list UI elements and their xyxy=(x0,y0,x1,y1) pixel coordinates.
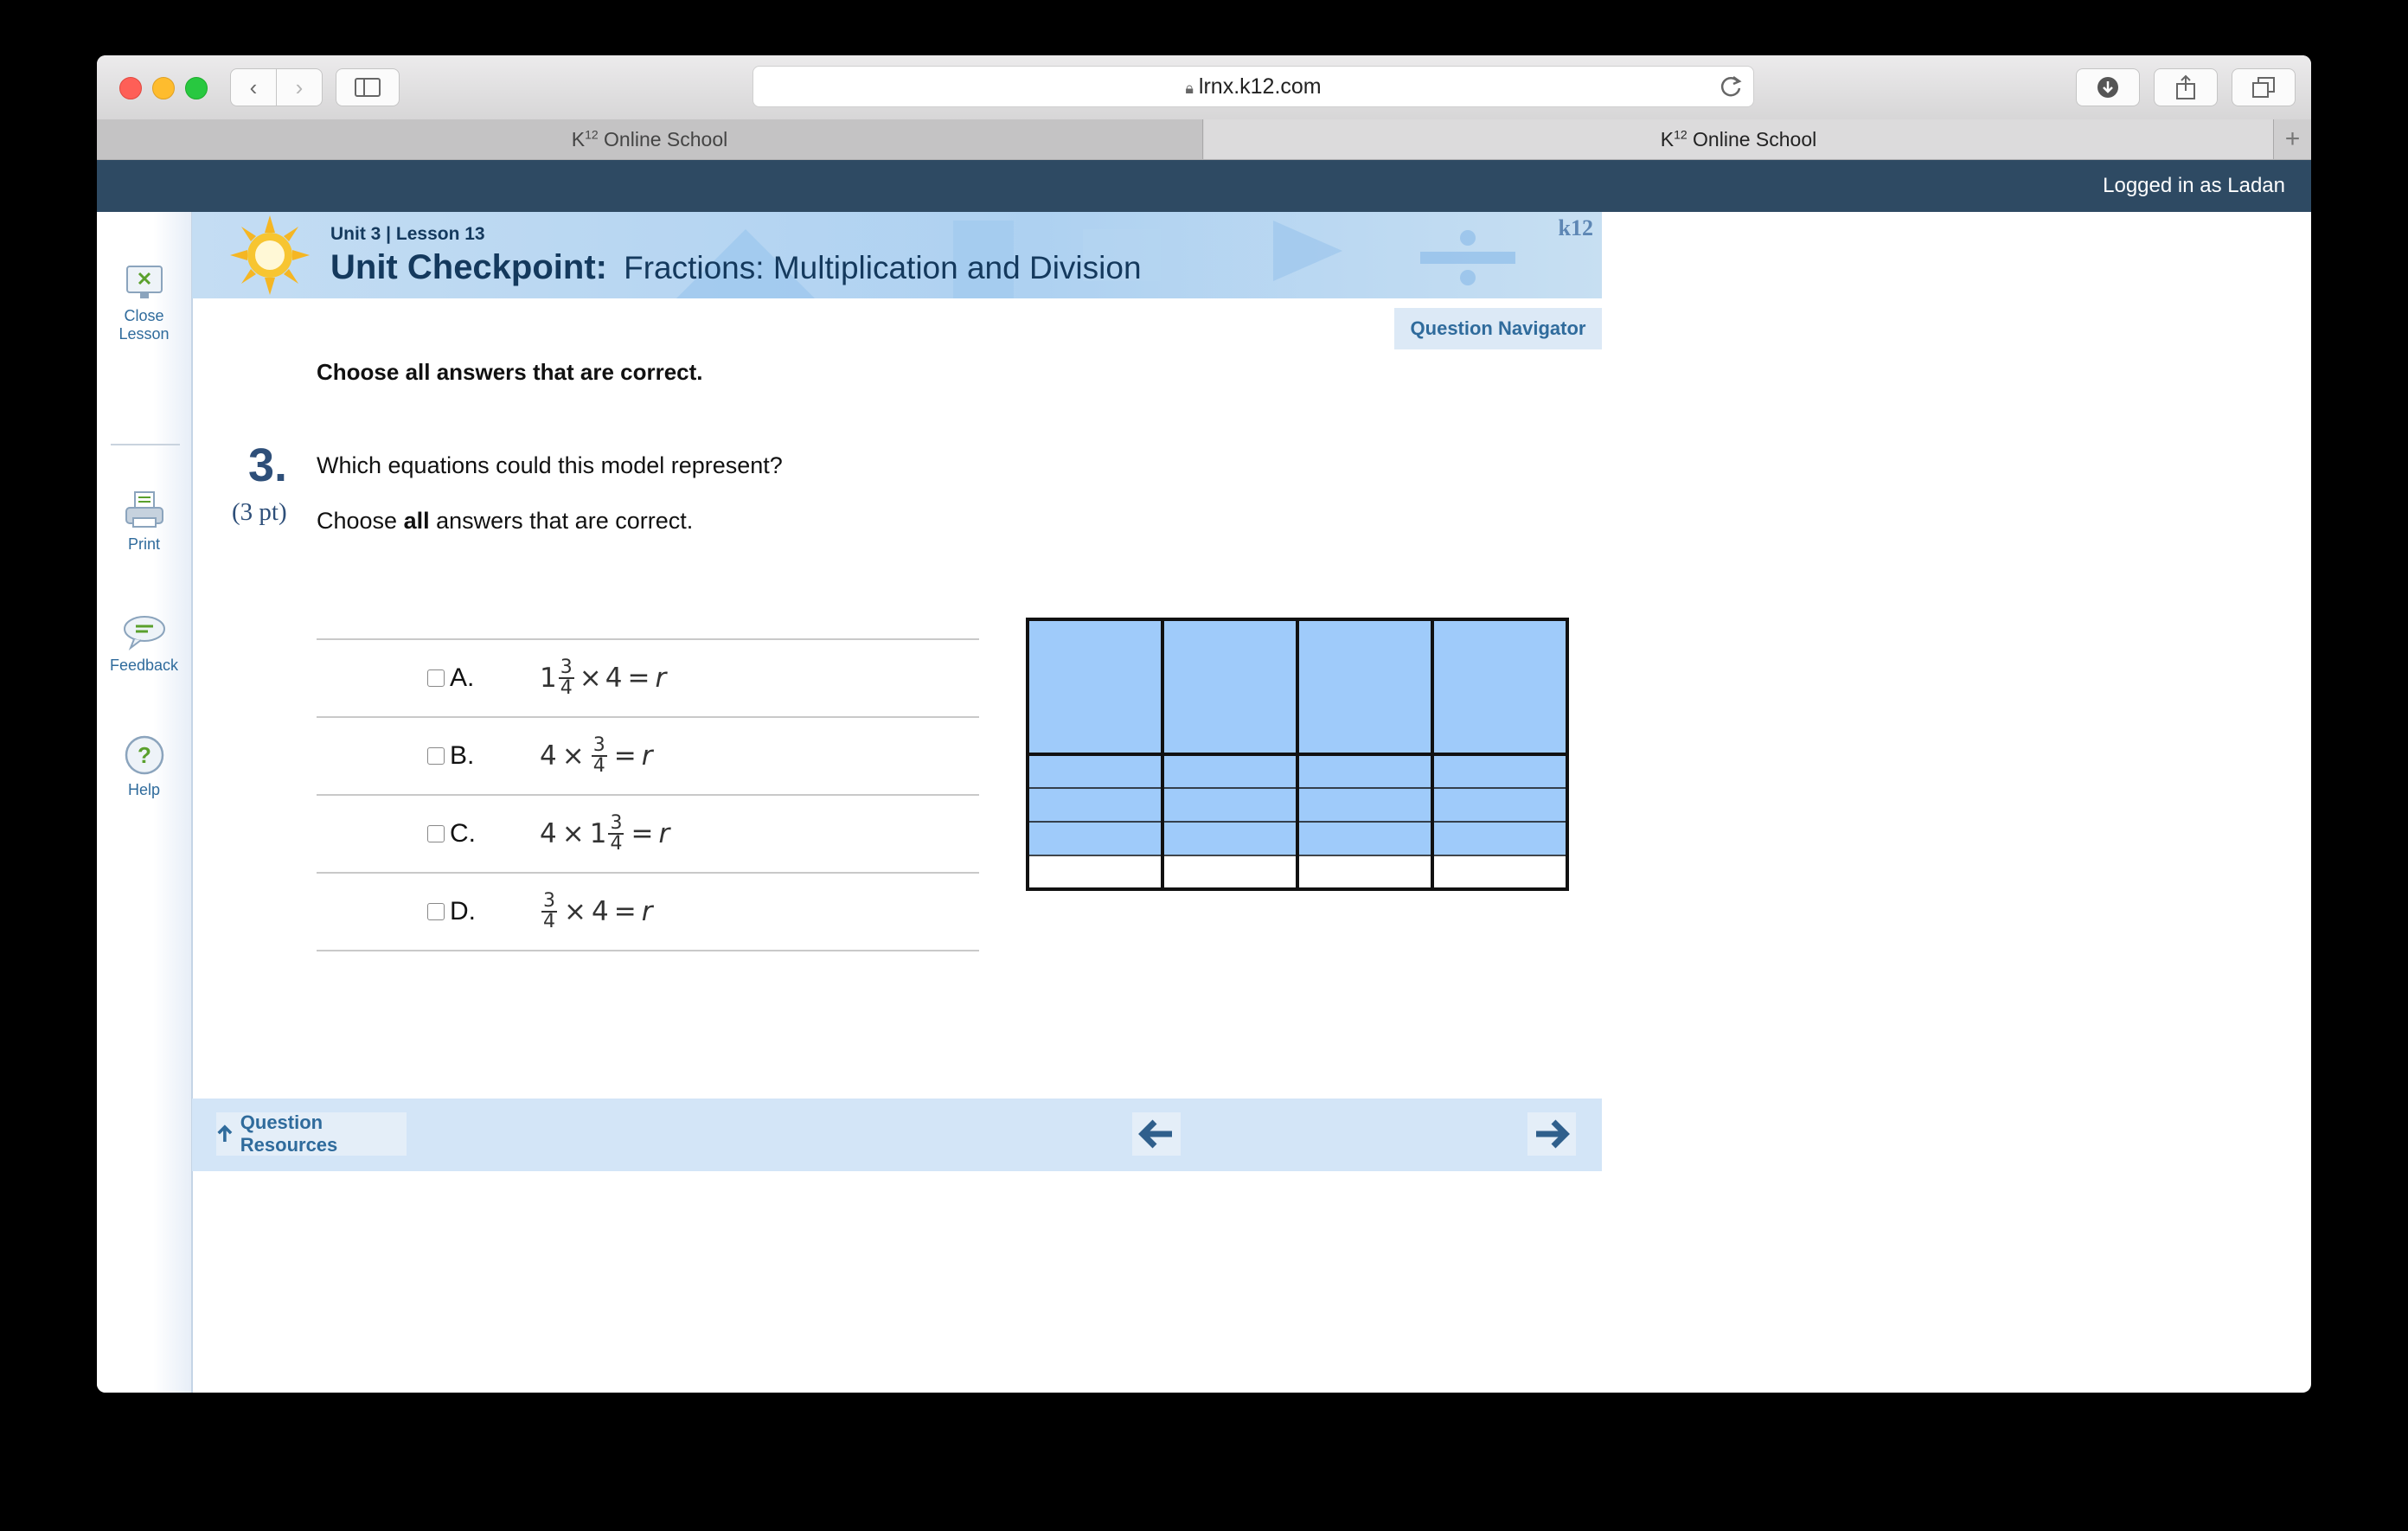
browser-window: ‹ › 🔒︎ lrnx.k12.com K12 Online School K1… xyxy=(97,55,2311,1393)
instruction-text: Choose all answers that are correct. xyxy=(317,359,703,385)
tabs-overview-button[interactable] xyxy=(2232,68,2296,106)
choice-d-equation: 34 × 4 = r xyxy=(541,890,653,932)
title-bold: Unit Checkpoint: xyxy=(330,248,607,286)
choice-b[interactable]: B. 4 × 34 = r xyxy=(427,717,652,795)
choice-a[interactable]: A. 1 34 × 4 = r xyxy=(427,639,666,717)
title-bar: ‹ › 🔒︎ lrnx.k12.com xyxy=(97,55,2311,120)
close-window-button[interactable] xyxy=(119,77,142,99)
choice-b-label: B. xyxy=(450,741,475,770)
k12-logo: k12 xyxy=(1558,215,1593,240)
help-button[interactable]: ? Help xyxy=(97,734,191,799)
forward-button[interactable]: › xyxy=(276,68,323,106)
reload-icon xyxy=(1720,75,1742,97)
new-tab-button[interactable]: + xyxy=(2273,119,2311,159)
address-bar[interactable]: 🔒︎ lrnx.k12.com xyxy=(752,66,1754,107)
close-lesson-icon xyxy=(125,266,163,298)
share-icon xyxy=(2176,74,2195,99)
choice-c[interactable]: C. 4 × 1 34 = r xyxy=(427,795,669,873)
tab-bar: K12 Online School K12 Online School + xyxy=(97,119,2311,160)
chevron-right-icon: › xyxy=(295,74,304,100)
question-text: Which equations could this model represe… xyxy=(317,452,783,478)
printer-icon xyxy=(125,491,163,528)
question-points: (3 pt) xyxy=(232,498,287,526)
question-subtext: Choose all answers that are correct. xyxy=(317,508,694,534)
site-header: Logged in as Ladan xyxy=(97,160,2311,212)
print-button[interactable]: Print xyxy=(97,490,191,554)
share-button[interactable] xyxy=(2154,68,2218,106)
up-arrow-icon xyxy=(217,1124,233,1142)
print-label: Print xyxy=(127,535,160,553)
downloads-button[interactable] xyxy=(2076,68,2140,106)
choice-a-label: A. xyxy=(450,663,475,692)
close-lesson-button[interactable]: Close Lesson xyxy=(97,264,191,343)
reload-button[interactable] xyxy=(1719,74,1743,104)
title-rest: Fractions: Multiplication and Division xyxy=(624,250,1142,285)
lesson-sidebar: Close Lesson Print Feedback ? Help xyxy=(97,212,193,1393)
question-resources-button[interactable]: Question Resources xyxy=(216,1111,407,1156)
next-question-button[interactable] xyxy=(1527,1112,1576,1156)
minimize-window-button[interactable] xyxy=(152,77,175,99)
back-button[interactable]: ‹ xyxy=(230,68,277,106)
feedback-button[interactable]: Feedback xyxy=(97,613,191,675)
sun-logo-icon xyxy=(230,215,310,295)
help-icon: ? xyxy=(125,735,163,775)
previous-question-button[interactable] xyxy=(1132,1112,1181,1156)
sidebar-toggle-button[interactable] xyxy=(336,68,400,106)
choice-b-checkbox[interactable] xyxy=(427,747,445,765)
unit-lesson-label: Unit 3 | Lesson 13 xyxy=(330,224,485,244)
tabs-icon xyxy=(2252,77,2275,98)
choice-a-checkbox[interactable] xyxy=(427,669,445,687)
choice-c-label: C. xyxy=(450,819,476,848)
fraction-area-model xyxy=(1026,618,1569,891)
question-resources-label: Question Resources xyxy=(240,1111,338,1156)
page-title: Unit Checkpoint: Fractions: Multiplicati… xyxy=(330,248,1142,287)
choice-c-checkbox[interactable] xyxy=(427,825,445,842)
choice-d-checkbox[interactable] xyxy=(427,903,445,920)
choice-b-equation: 4 × 34 = r xyxy=(540,734,653,777)
choice-a-equation: 1 34 × 4 = r xyxy=(540,657,667,699)
feedback-label: Feedback xyxy=(109,657,179,674)
choice-d[interactable]: D. 34 × 4 = r xyxy=(427,873,652,951)
choice-d-label: D. xyxy=(450,897,476,926)
tab-1[interactable]: K12 Online School xyxy=(97,119,1203,159)
help-label: Help xyxy=(127,781,161,798)
question-number: 3. xyxy=(248,439,288,491)
tab-2[interactable]: K12 Online School xyxy=(1204,119,2273,159)
lesson-banner: Unit 3 | Lesson 13 Unit Checkpoint: Frac… xyxy=(192,212,1602,298)
right-arrow-icon xyxy=(1536,1119,1570,1149)
plus-icon: + xyxy=(2284,125,2301,153)
sidebar-icon xyxy=(355,78,381,97)
maximize-window-button[interactable] xyxy=(185,77,208,99)
logged-in-label: Logged in as Ladan xyxy=(2103,174,2285,197)
url-text: lrnx.k12.com xyxy=(1198,74,1322,99)
chevron-left-icon: ‹ xyxy=(249,74,258,100)
download-icon xyxy=(2097,77,2118,98)
lock-icon: 🔒︎ xyxy=(1185,80,1194,97)
speech-bubble-icon xyxy=(123,616,165,650)
left-arrow-icon xyxy=(1138,1119,1172,1149)
sidebar-divider xyxy=(111,444,180,445)
choice-c-equation: 4 × 1 34 = r xyxy=(540,812,670,855)
close-lesson-label: Close Lesson xyxy=(118,307,170,343)
svg-text:?: ? xyxy=(138,742,151,768)
question-navigator-button[interactable]: Question Navigator xyxy=(1394,308,1602,349)
